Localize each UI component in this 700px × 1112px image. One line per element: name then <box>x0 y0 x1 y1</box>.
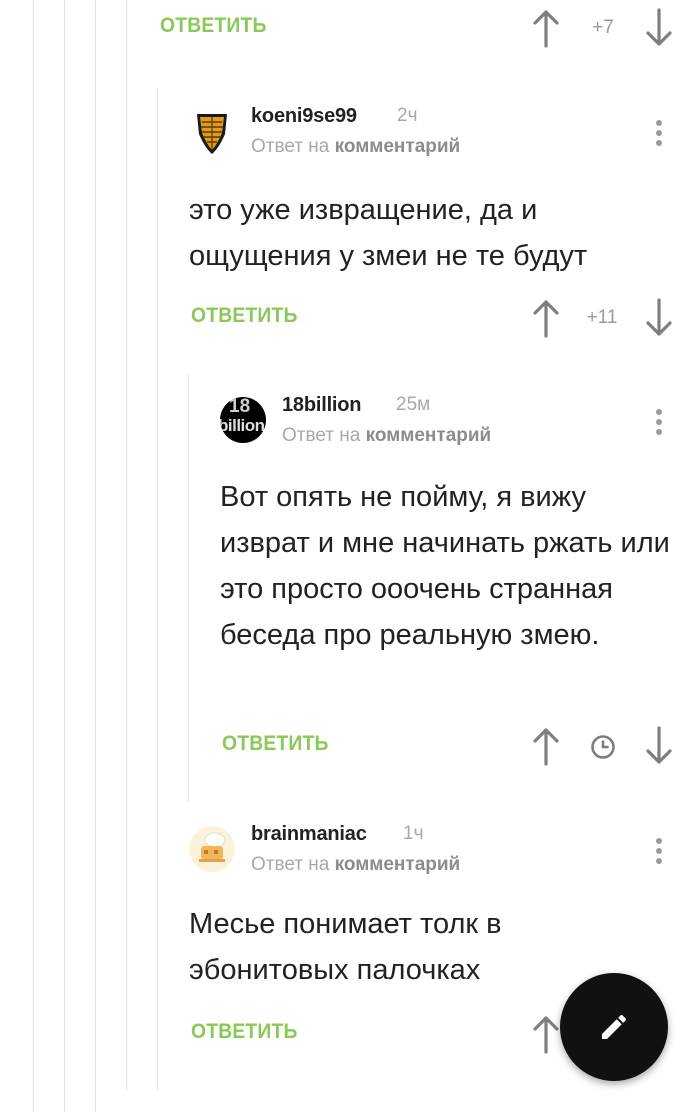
upvote-arrow-icon[interactable] <box>531 8 561 48</box>
reply-button[interactable]: ОТВЕТИТЬ <box>160 14 267 38</box>
answer-to: Ответ на комментарий <box>251 136 460 158</box>
downvote-arrow-icon[interactable] <box>644 298 674 338</box>
avatar-text: billion <box>220 416 265 435</box>
comment-time: 2ч <box>397 105 418 126</box>
thread-line <box>95 0 96 1112</box>
comment-time: 1ч <box>403 823 424 844</box>
18billion-avatar[interactable]: 18 billion <box>220 397 266 443</box>
upvote-arrow-icon[interactable] <box>531 1014 561 1054</box>
thread-line <box>126 0 127 1090</box>
comment-text: Вот опять не пойму, я вижу изврат и мне … <box>220 481 670 651</box>
comment-header: koeni9se99 2ч Ответ на комментарий <box>189 105 679 168</box>
reply-button[interactable]: ОТВЕТИТЬ <box>222 732 329 756</box>
comment-score: +7 <box>592 17 614 38</box>
answer-link[interactable]: комментарий <box>335 854 461 875</box>
comment-actions: ОТВЕТИТЬ <box>0 718 700 778</box>
comment-actions: ОТВЕТИТЬ +7 <box>0 0 700 60</box>
thread-line <box>33 0 34 1112</box>
comment-text: это уже извращение, да и ощущения у змеи… <box>189 194 588 272</box>
comment-actions: ОТВЕТИТЬ +11 <box>0 290 700 350</box>
thread-line <box>64 0 65 1112</box>
upvote-arrow-icon[interactable] <box>531 298 561 338</box>
comment-score: +11 <box>586 307 618 328</box>
comment-time: 25м <box>396 394 431 415</box>
koenigsegg-shield-avatar[interactable] <box>189 108 235 154</box>
more-menu-icon[interactable] <box>652 117 666 149</box>
more-menu-icon[interactable] <box>652 406 666 438</box>
downvote-arrow-icon[interactable] <box>644 726 674 766</box>
avatar-text: 18 <box>229 397 251 417</box>
reply-button[interactable]: ОТВЕТИТЬ <box>191 1020 298 1044</box>
answer-link[interactable]: комментарий <box>366 425 492 446</box>
thread-line <box>157 88 158 1090</box>
write-comment-button[interactable] <box>560 973 668 1081</box>
comment-author[interactable]: brainmaniac <box>251 823 367 846</box>
answer-prefix: Ответ на <box>282 425 361 446</box>
pencil-icon <box>602 1014 627 1039</box>
answer-to: Ответ на комментарий <box>282 425 491 447</box>
answer-prefix: Ответ на <box>251 854 330 875</box>
downvote-arrow-icon[interactable] <box>644 8 674 48</box>
answer-prefix: Ответ на <box>251 136 330 157</box>
comment-text: Месье понимает толк в эбонитовых палочка… <box>189 908 502 986</box>
clock-icon <box>590 734 616 760</box>
comment-author[interactable]: koeni9se99 <box>251 105 357 128</box>
comment-header: brainmaniac 1ч Ответ на комментарий <box>189 823 679 886</box>
comment-header: 18 billion 18billion 25м Ответ на коммен… <box>220 394 680 457</box>
answer-link[interactable]: комментарий <box>335 136 461 157</box>
upvote-arrow-icon[interactable] <box>531 726 561 766</box>
answer-to: Ответ на комментарий <box>251 854 460 876</box>
more-menu-icon[interactable] <box>652 835 666 867</box>
reply-button[interactable]: ОТВЕТИТЬ <box>191 304 298 328</box>
comment-author[interactable]: 18billion <box>282 394 362 417</box>
chef-cartoon-avatar[interactable] <box>189 826 235 872</box>
